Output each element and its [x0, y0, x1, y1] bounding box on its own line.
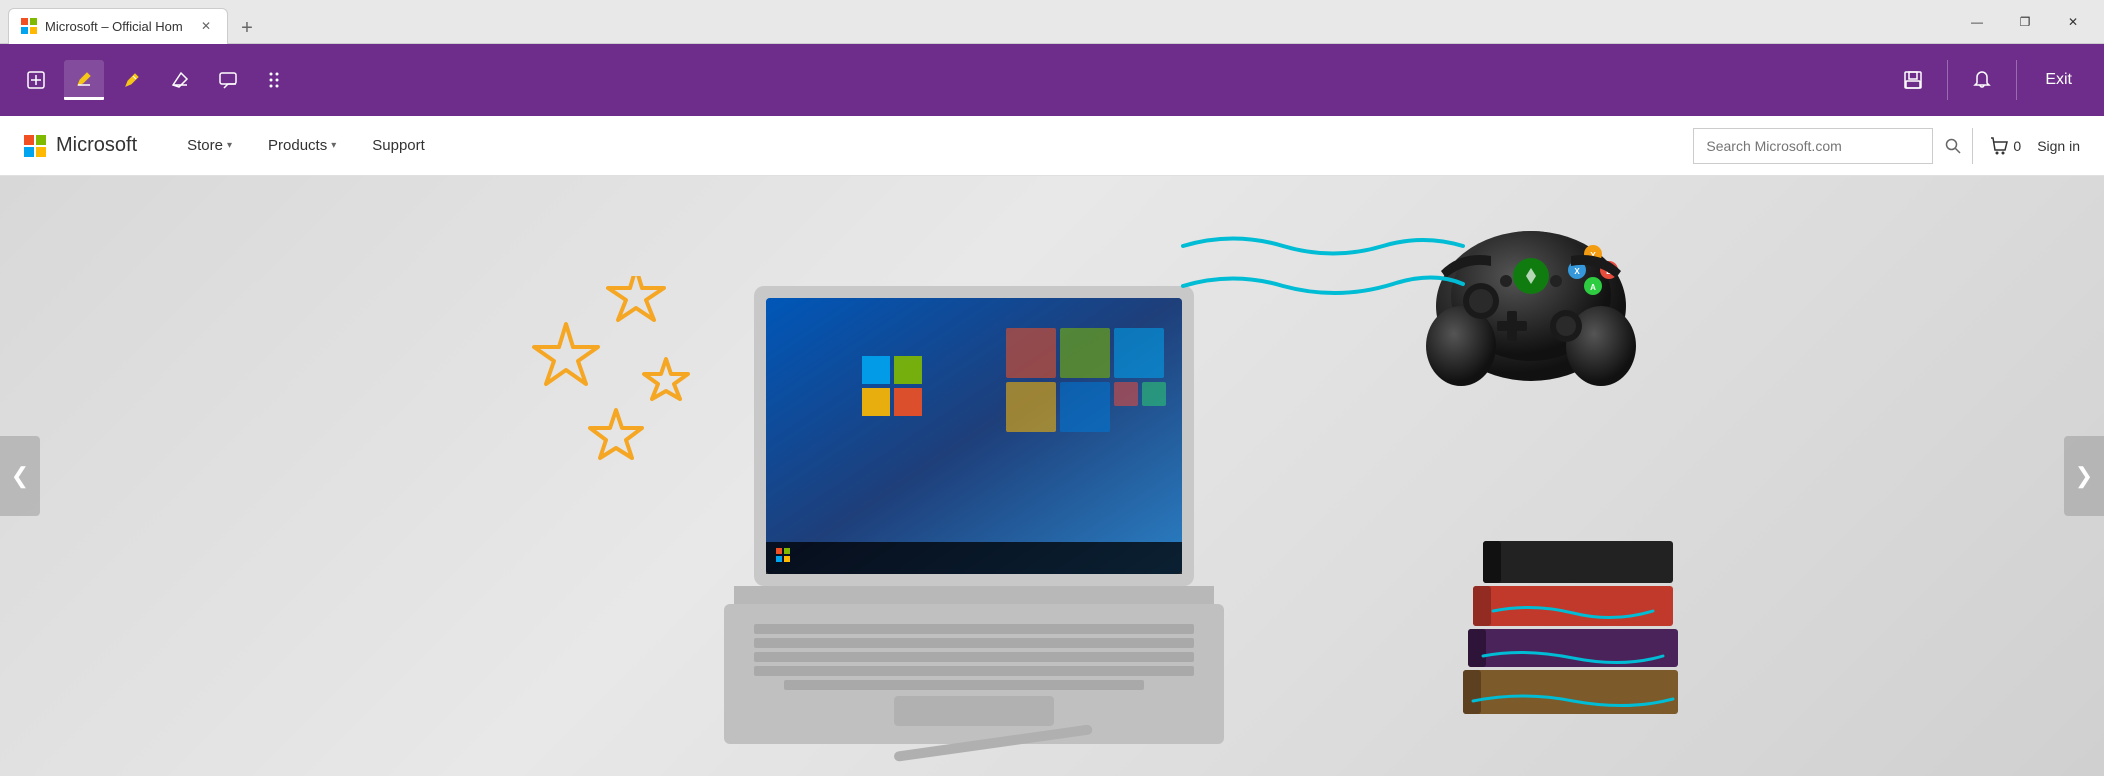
logo-square-red: [24, 135, 34, 145]
logo-square-yellow: [36, 147, 46, 157]
hero-prev-button[interactable]: ❮: [0, 436, 40, 516]
comment-icon[interactable]: [208, 60, 248, 100]
highlight-icon[interactable]: [64, 60, 104, 100]
tab-close-button[interactable]: ✕: [197, 17, 215, 35]
annotate-icon[interactable]: [16, 60, 56, 100]
svg-text:A: A: [1590, 283, 1596, 292]
nav-store[interactable]: Store ▾: [169, 116, 250, 176]
logo-square-green: [36, 135, 46, 145]
browser-tab-active[interactable]: Microsoft – Official Hom ✕: [8, 8, 228, 44]
tab-title: Microsoft – Official Hom: [45, 19, 183, 34]
books-illustration: [1463, 521, 1683, 726]
window-controls: — ❐ ✕: [1954, 0, 2096, 44]
new-tab-button[interactable]: +: [232, 14, 262, 44]
exit-button[interactable]: Exit: [2029, 63, 2088, 97]
toolbar-right-actions: Exit: [1891, 58, 2088, 102]
wavy-lines-annotation: [1173, 216, 1473, 361]
search-button[interactable]: [1932, 128, 1972, 164]
cart-button[interactable]: 0: [1989, 136, 2021, 156]
browser-chrome: Microsoft – Official Hom ✕ + — ❐ ✕: [0, 0, 2104, 116]
title-bar: Microsoft – Official Hom ✕ + — ❐ ✕: [0, 0, 2104, 44]
close-button[interactable]: ✕: [2050, 0, 2096, 44]
store-chevron-icon: ▾: [227, 140, 232, 151]
nav-right: 0 Sign in: [1693, 128, 2080, 164]
restore-button[interactable]: ❐: [2002, 0, 2048, 44]
cart-count: 0: [2013, 138, 2021, 154]
search-input[interactable]: [1694, 138, 1932, 154]
hero-section: ❮ ❯: [0, 176, 2104, 776]
products-chevron-icon: ▾: [331, 140, 336, 151]
tab-bar: Microsoft – Official Hom ✕ +: [8, 0, 262, 44]
filter-icon[interactable]: [112, 60, 152, 100]
hero-next-button[interactable]: ❯: [2064, 436, 2104, 516]
nav-products[interactable]: Products ▾: [250, 116, 354, 176]
erase-icon[interactable]: [160, 60, 200, 100]
logo-square-blue: [24, 147, 34, 157]
toolbar-separator-2: [2016, 60, 2017, 100]
microsoft-logo-grid: [24, 135, 46, 157]
search-box: [1693, 128, 1973, 164]
nav-support[interactable]: Support: [354, 116, 443, 176]
svg-text:X: X: [1574, 267, 1580, 276]
sign-in-button[interactable]: Sign in: [2037, 138, 2080, 154]
minimize-button[interactable]: —: [1954, 0, 2000, 44]
microsoft-text: Microsoft: [56, 134, 137, 157]
microsoft-nav: Microsoft Store ▾ Products ▾ Support: [0, 116, 2104, 176]
annotation-toolbar: Exit: [0, 44, 2104, 116]
notifications-button[interactable]: [1960, 58, 2004, 102]
more-tools-icon[interactable]: [256, 60, 296, 100]
save-annotation-button[interactable]: [1891, 58, 1935, 102]
toolbar-separator: [1947, 60, 1948, 100]
tab-favicon: [21, 18, 37, 34]
microsoft-logo[interactable]: Microsoft: [24, 134, 137, 157]
